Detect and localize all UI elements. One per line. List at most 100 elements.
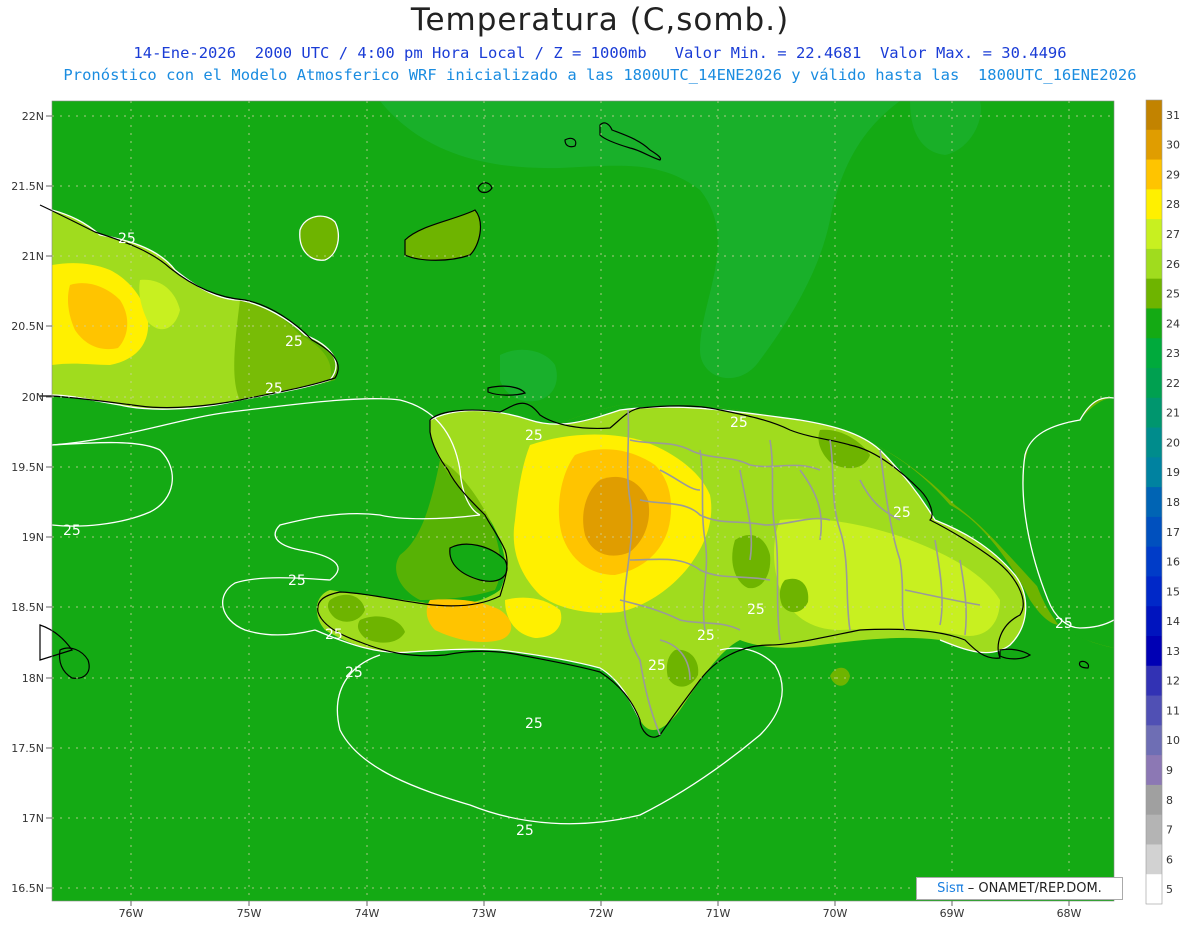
colorbar-swatch <box>1146 338 1162 369</box>
lat-label: 18N <box>22 672 44 685</box>
contour-label: 25 <box>63 523 81 539</box>
colorbar-swatch <box>1146 368 1162 399</box>
colorbar-swatch <box>1146 874 1162 905</box>
colorbar-label: 26 <box>1166 258 1180 271</box>
contour-label: 25 <box>648 658 666 674</box>
colorbar-label: 23 <box>1166 347 1180 360</box>
colorbar-label: 31 <box>1166 109 1180 122</box>
colorbar-swatch <box>1146 159 1162 190</box>
lat-label: 21.5N <box>11 180 44 193</box>
colorbar-swatch <box>1146 725 1162 756</box>
colorbar-label: 19 <box>1166 466 1180 479</box>
colorbar-swatch <box>1146 844 1162 875</box>
colorbar-label: 24 <box>1166 317 1180 330</box>
colorbar-label: 6 <box>1166 853 1173 866</box>
contour-label: 25 <box>325 627 343 643</box>
colorbar-label: 21 <box>1166 407 1180 420</box>
colorbar: 31 30 29 28 27 26 25 24 23 22 21 20 19 18 17 16 15 14 13 12… <box>1146 100 1180 905</box>
colorbar-swatch <box>1146 308 1162 339</box>
colorbar-label: 12 <box>1166 675 1180 688</box>
lat-label: 21N <box>22 250 44 263</box>
lat-ticks <box>46 115 52 889</box>
lon-label: 73W <box>472 907 497 920</box>
colorbar-swatch <box>1146 427 1162 458</box>
colorbar-swatch <box>1146 248 1162 280</box>
lat-label: 18.5N <box>11 601 44 614</box>
colorbar-swatch <box>1146 189 1162 220</box>
contour-label: 25 <box>265 381 283 397</box>
colorbar-label: 14 <box>1166 615 1180 628</box>
lat-axis: 22N 21.5N 21N 20.5N 20N 19.5N 19N 18.5N … <box>11 110 44 895</box>
contour-label: 25 <box>893 505 911 521</box>
contour-label: 25 <box>118 231 136 247</box>
colorbar-swatch <box>1146 516 1162 548</box>
contour-label: 25 <box>525 716 543 732</box>
colorbar-swatch <box>1146 100 1162 131</box>
lat-label: 19.5N <box>11 461 44 474</box>
lat-label: 19N <box>22 531 44 544</box>
colorbar-label: 18 <box>1166 496 1180 509</box>
lat-label: 20N <box>22 391 44 404</box>
lon-label: 74W <box>355 907 380 920</box>
colorbar-swatch <box>1146 636 1162 667</box>
colorbar-swatch <box>1146 546 1162 577</box>
lon-label: 72W <box>589 907 614 920</box>
colorbar-label: 17 <box>1166 526 1180 539</box>
colorbar-label: 30 <box>1166 139 1180 152</box>
colorbar-swatch <box>1146 457 1162 488</box>
contour-label: 25 <box>345 665 363 681</box>
lon-label: 71W <box>706 907 731 920</box>
colorbar-swatch <box>1146 665 1162 697</box>
colorbar-label: 16 <box>1166 556 1180 569</box>
colorbar-swatch <box>1146 606 1162 637</box>
colorbar-label: 10 <box>1166 734 1180 747</box>
colorbar-swatch <box>1146 755 1162 786</box>
temperature-map: 25 25 25 25 25 25 25 25 25 25 25 25 25 2… <box>11 99 1180 920</box>
contour-label: 25 <box>516 823 534 839</box>
colorbar-swatch <box>1146 576 1162 607</box>
colorbar-label: 13 <box>1166 645 1180 658</box>
colorbar-swatch <box>1146 397 1162 429</box>
colorbar-label: 5 <box>1166 883 1173 896</box>
contour-label: 25 <box>288 573 306 589</box>
lon-axis: 76W 75W 74W 73W 72W 71W 70W 69W 68W <box>119 907 1082 920</box>
colorbar-label: 9 <box>1166 764 1173 777</box>
lon-label: 75W <box>237 907 262 920</box>
lon-label: 68W <box>1057 907 1082 920</box>
colorbar-label: 7 <box>1166 824 1173 837</box>
colorbar-swatch <box>1146 219 1162 250</box>
lat-label: 22N <box>22 110 44 123</box>
colorbar-label: 20 <box>1166 436 1180 449</box>
colorbar-label: 11 <box>1166 704 1180 717</box>
lat-label: 17N <box>22 812 44 825</box>
contour-label: 25 <box>1055 616 1073 632</box>
colorbar-label: 15 <box>1166 585 1180 598</box>
lat-label: 16.5N <box>11 882 44 895</box>
contour-label: 25 <box>285 334 303 350</box>
colorbar-label: 27 <box>1166 228 1180 241</box>
colorbar-label: 28 <box>1166 198 1180 211</box>
sistpi-logo: Sisπ <box>937 881 964 896</box>
colorbar-swatch <box>1146 695 1162 726</box>
credit-box: Sisπ – ONAMET/REP.DOM. <box>916 877 1123 900</box>
lon-label: 70W <box>823 907 848 920</box>
colorbar-swatch <box>1146 129 1162 161</box>
colorbar-label: 22 <box>1166 377 1180 390</box>
lat-label: 20.5N <box>11 320 44 333</box>
lat-label: 17.5N <box>11 742 44 755</box>
contour-label: 25 <box>747 602 765 618</box>
lon-label: 69W <box>940 907 965 920</box>
colorbar-swatch <box>1146 278 1162 309</box>
contour-label: 25 <box>730 415 748 431</box>
colorbar-label: 25 <box>1166 288 1180 301</box>
contour-label: 25 <box>697 628 715 644</box>
contour-label: 25 <box>525 428 543 444</box>
colorbar-swatch <box>1146 784 1162 816</box>
credit-text: – ONAMET/REP.DOM. <box>967 881 1102 896</box>
colorbar-swatch <box>1146 487 1162 518</box>
colorbar-label: 8 <box>1166 794 1173 807</box>
colorbar-label: 29 <box>1166 168 1180 181</box>
lon-label: 76W <box>119 907 144 920</box>
colorbar-swatch <box>1146 814 1162 845</box>
lon-ticks <box>130 901 1070 906</box>
